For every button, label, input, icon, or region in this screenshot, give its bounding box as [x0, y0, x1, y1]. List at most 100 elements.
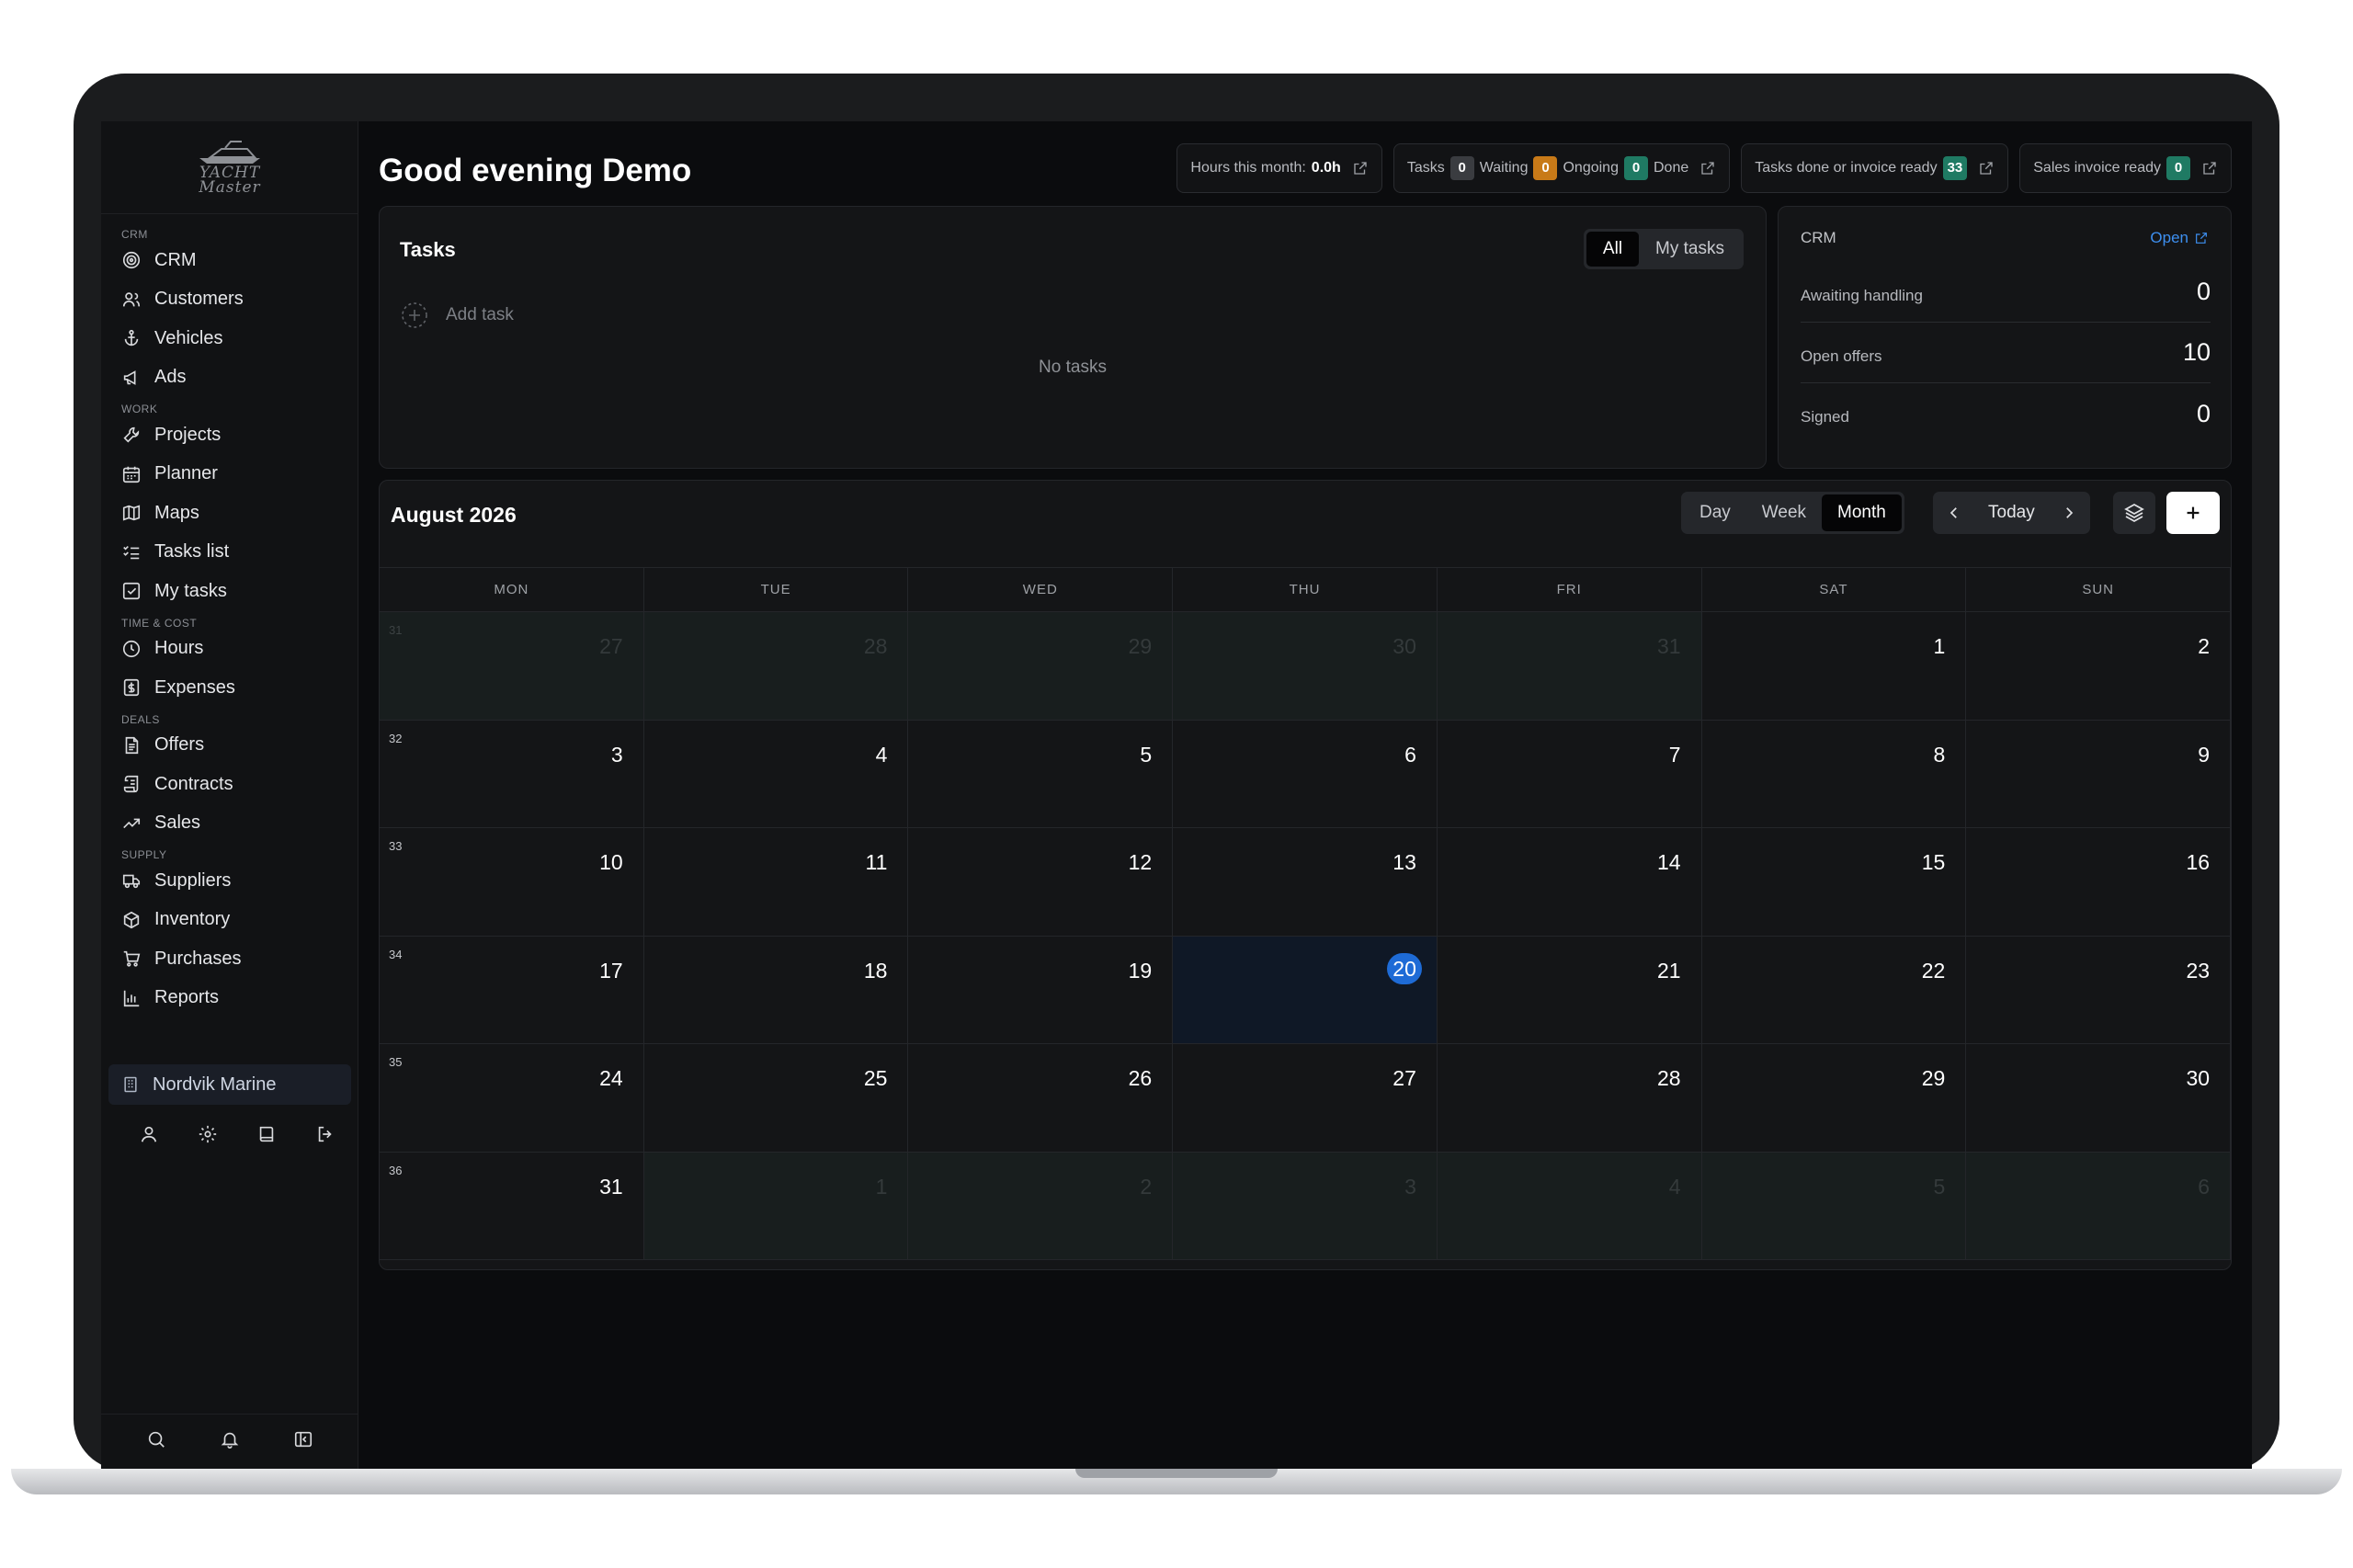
sidebar-item-contracts[interactable]: Contracts [101, 765, 358, 804]
external-link-icon [2203, 162, 2216, 175]
add-event-button[interactable] [2166, 492, 2220, 534]
sidebar-item-label: Contracts [154, 773, 233, 794]
logout-button[interactable] [296, 1114, 355, 1154]
calendar-day-cell[interactable]: 6 [1173, 720, 1438, 828]
docs-button[interactable] [237, 1114, 296, 1154]
view-month-button[interactable]: Month [1822, 494, 1902, 531]
sidebar-item-my-tasks[interactable]: My tasks [101, 572, 358, 611]
calendar-day-cell[interactable]: 5 [908, 720, 1174, 828]
search-button[interactable] [146, 1429, 166, 1454]
calendar-day-cell[interactable]: 13 [1173, 828, 1438, 937]
next-month-button[interactable] [2048, 492, 2090, 534]
sidebar-item-tasks-list[interactable]: Tasks list [101, 533, 358, 573]
view-day-button[interactable]: Day [1684, 494, 1746, 531]
crm-open-link[interactable]: Open [2150, 229, 2209, 247]
calendar-day-cell[interactable]: 11 [643, 828, 909, 937]
layers-icon [2124, 503, 2144, 523]
sidebar-item-inventory[interactable]: Inventory [101, 901, 358, 940]
ongoing-label: Ongoing [1563, 160, 1619, 176]
calendar-day-cell[interactable]: 6 [1966, 1152, 2232, 1260]
calendar-day-cell[interactable]: 30 [1173, 612, 1438, 721]
calendar-day-cell[interactable]: 1 [643, 1152, 909, 1260]
sidebar-collapse-icon [294, 1431, 313, 1448]
calendar-day-cell[interactable]: 31 [1437, 612, 1702, 721]
calendar-day-cell[interactable]: 29 [908, 612, 1174, 721]
calendar-day-cell[interactable]: 28 [1437, 1044, 1702, 1153]
sidebar-item-ads[interactable]: Ads [101, 358, 358, 398]
today-button[interactable]: Today [1975, 503, 2048, 523]
crm-row-open-offers[interactable]: Open offers 10 [1801, 323, 2211, 383]
calendar-day-cell[interactable]: 4 [643, 720, 909, 828]
calendar-day-cell[interactable]: 16 [1966, 828, 2232, 937]
tasks-pill[interactable]: Tasks 0 Waiting 0 Ongoing 0 Done [1392, 143, 1731, 193]
crm-row-label: Awaiting handling [1801, 286, 1923, 304]
hours-pill[interactable]: Hours this month: 0.0h [1176, 143, 1382, 193]
calendar-layers-button[interactable] [2113, 492, 2155, 534]
book-icon [259, 1126, 274, 1142]
calendar-day-cell[interactable]: 12 [908, 828, 1174, 937]
calendar-day-cell[interactable]: 21 [1437, 936, 1702, 1044]
sidebar-item-reports[interactable]: Reports [101, 979, 358, 1018]
trending-up-icon [123, 818, 141, 828]
crm-row-signed[interactable]: Signed 0 [1801, 383, 2211, 444]
calendar-day-cell[interactable]: 2 [908, 1152, 1174, 1260]
calendar-day-cell[interactable]: 34 17 [380, 936, 644, 1044]
calendar-day-cell[interactable]: 18 [643, 936, 909, 1044]
calendar-day-cell[interactable]: 1 [1701, 612, 1967, 721]
profile-button[interactable] [119, 1114, 178, 1154]
sidebar-item-expenses[interactable]: Expenses [101, 668, 358, 708]
calendar-day-cell[interactable]: 7 [1437, 720, 1702, 828]
sidebar-item-maps[interactable]: Maps [101, 494, 358, 533]
calendar-day-cell[interactable]: 31 27 [380, 612, 644, 721]
calendar-day-cell[interactable]: 32 3 [380, 720, 644, 828]
sidebar-item-projects[interactable]: Projects [101, 415, 358, 455]
calendar-day-cell[interactable]: 9 [1966, 720, 2232, 828]
sidebar-item-offers[interactable]: Offers [101, 726, 358, 766]
sidebar-item-sales[interactable]: Sales [101, 804, 358, 844]
view-week-button[interactable]: Week [1746, 494, 1822, 531]
calendar-day-cell[interactable]: 33 10 [380, 828, 644, 937]
crm-row-awaiting[interactable]: Awaiting handling 0 [1801, 262, 2211, 323]
calendar-day-cell[interactable]: 30 [1966, 1044, 2232, 1153]
calendar-day-cell[interactable]: 29 [1701, 1044, 1967, 1153]
filter-my-tasks-button[interactable]: My tasks [1639, 232, 1741, 267]
sidebar-item-planner[interactable]: Planner [101, 455, 358, 494]
calendar-day-cell[interactable]: 14 [1437, 828, 1702, 937]
sales-invoice-pill[interactable]: Sales invoice ready 0 [2019, 143, 2232, 193]
calendar-day-cell[interactable]: 3 [1173, 1152, 1438, 1260]
workspace-switcher[interactable]: Nordvik Marine [108, 1064, 351, 1105]
calendar-day-cell[interactable]: 35 24 [380, 1044, 644, 1153]
filter-all-button[interactable]: All [1586, 232, 1640, 267]
calendar-day-cell[interactable]: 27 [1173, 1044, 1438, 1153]
waiting-label: Waiting [1479, 160, 1529, 176]
calendar-day-cell[interactable]: 23 [1966, 936, 2232, 1044]
calendar-day-cell[interactable]: 19 [908, 936, 1174, 1044]
invoice-ready-pill[interactable]: Tasks done or invoice ready 33 [1741, 143, 2009, 193]
add-task-button[interactable]: Add task [400, 301, 514, 330]
calendar-day-cell[interactable]: 25 [643, 1044, 909, 1153]
calendar-day-cell[interactable]: 36 31 [380, 1152, 644, 1260]
app-logo[interactable]: YACHT Master [101, 134, 358, 199]
collapse-sidebar-button[interactable] [293, 1429, 313, 1454]
calendar-icon [122, 466, 141, 483]
sidebar-item-vehicles[interactable]: Vehicles [101, 319, 358, 358]
sidebar-item-purchases[interactable]: Purchases [101, 939, 358, 979]
calendar-day-cell[interactable]: 8 [1701, 720, 1967, 828]
notifications-button[interactable] [220, 1429, 240, 1454]
calendar-day-cell[interactable]: 28 [643, 612, 909, 721]
sidebar-item-hours[interactable]: Hours [101, 630, 358, 669]
calendar-day-cell[interactable]: 4 [1437, 1152, 1702, 1260]
sidebar-item-customers[interactable]: Customers [101, 280, 358, 320]
list-checks-icon [123, 545, 140, 559]
sidebar-item-suppliers[interactable]: Suppliers [101, 861, 358, 901]
crm-open-label: Open [2150, 229, 2188, 246]
settings-button[interactable] [178, 1114, 237, 1154]
calendar-day-cell[interactable]: 15 [1701, 828, 1967, 937]
calendar-day-cell[interactable]: 5 [1701, 1152, 1967, 1260]
sidebar-item-crm[interactable]: CRM [101, 241, 358, 280]
calendar-day-today[interactable]: 20 [1173, 936, 1438, 1044]
calendar-day-cell[interactable]: 2 [1966, 612, 2232, 721]
calendar-day-cell[interactable]: 26 [908, 1044, 1174, 1153]
calendar-day-cell[interactable]: 22 [1701, 936, 1967, 1044]
prev-month-button[interactable] [1933, 492, 1975, 534]
